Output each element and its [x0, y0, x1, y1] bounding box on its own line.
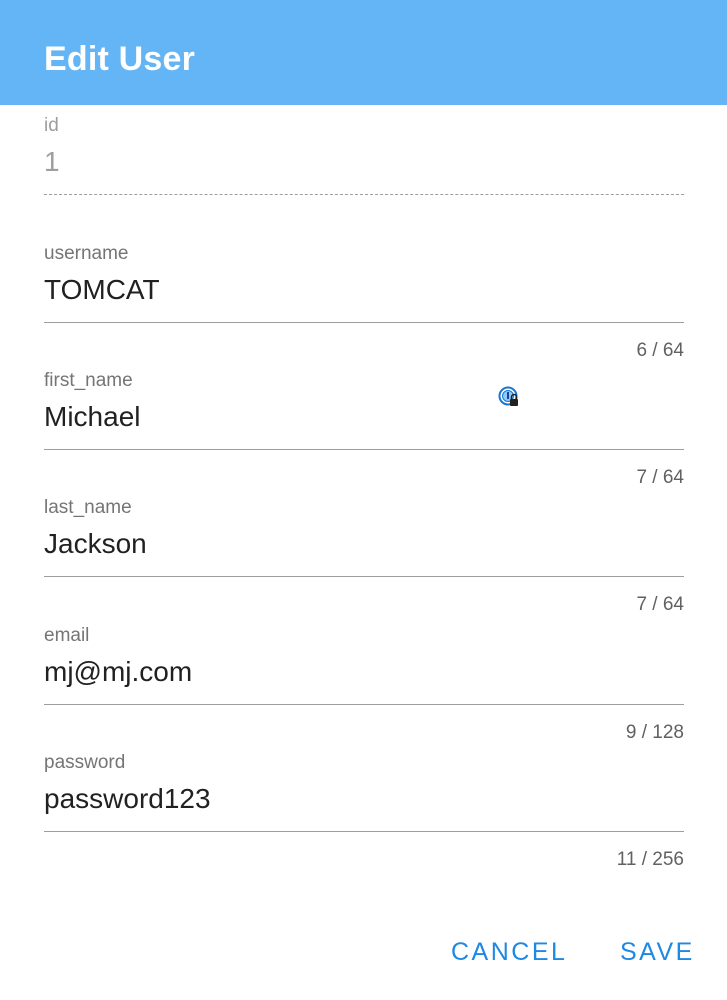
password-underline	[44, 831, 684, 832]
first-name-counter: 7 / 64	[636, 467, 684, 488]
email-input[interactable]	[44, 654, 684, 690]
last-name-counter: 7 / 64	[636, 594, 684, 615]
cancel-button[interactable]: CANCEL	[447, 930, 571, 974]
username-counter: 6 / 64	[636, 340, 684, 361]
email-label: email	[44, 625, 90, 646]
save-button[interactable]: SAVE	[616, 930, 699, 974]
first-name-input[interactable]	[44, 399, 684, 435]
dialog-title: Edit User	[44, 40, 196, 78]
edit-user-dialog: Edit User id username 6 / 64 first_name …	[0, 0, 727, 1000]
email-underline	[44, 704, 684, 705]
password-manager-icon[interactable]	[498, 386, 520, 408]
dialog-header: Edit User	[0, 0, 727, 105]
id-input	[44, 144, 684, 180]
last-name-label: last_name	[44, 497, 132, 518]
id-label: id	[44, 115, 59, 136]
email-counter: 9 / 128	[625, 722, 684, 743]
first-name-label: first_name	[44, 370, 133, 391]
username-underline	[44, 322, 684, 323]
password-counter: 11 / 256	[616, 849, 684, 870]
username-label: username	[44, 243, 129, 264]
last-name-input[interactable]	[44, 526, 684, 562]
last-name-underline	[44, 576, 684, 577]
username-input[interactable]	[44, 272, 684, 308]
first-name-underline	[44, 449, 684, 450]
id-underline	[44, 194, 684, 195]
password-label: password	[44, 752, 126, 773]
password-input[interactable]	[44, 781, 684, 817]
